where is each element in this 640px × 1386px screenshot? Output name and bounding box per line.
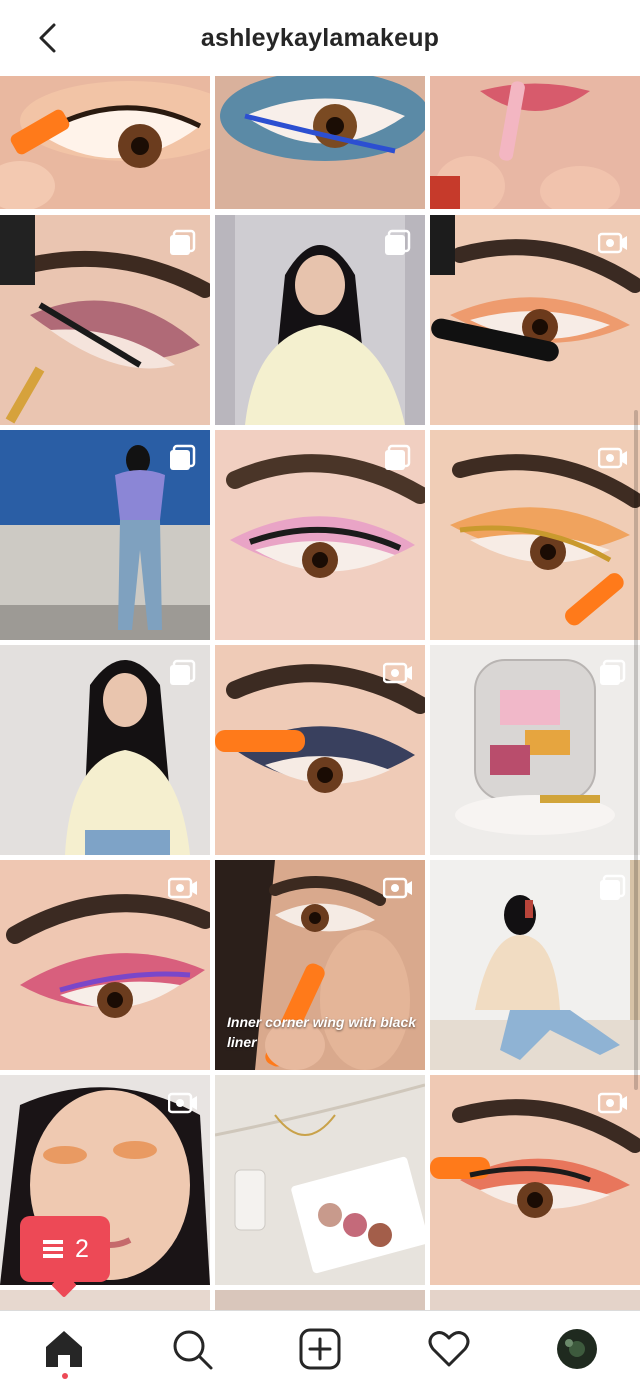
activity-notification-bubble[interactable]: 2 <box>20 1216 110 1298</box>
post-eye-gold-liner[interactable] <box>430 430 640 640</box>
post-grid: Inner corner wing with black liner <box>0 76 640 1310</box>
new-post-icon[interactable] <box>298 1327 342 1371</box>
scrollbar[interactable] <box>634 410 638 1090</box>
post-morphe-bag[interactable] <box>430 645 640 855</box>
video-icon <box>598 1092 627 1114</box>
post-portrait-white-sweater[interactable] <box>215 215 425 425</box>
post-partial-left[interactable] <box>0 1290 210 1310</box>
post-eye-mauve-wing[interactable] <box>0 215 210 425</box>
carousel-icon <box>170 659 196 685</box>
post-lip-gloss[interactable] <box>430 76 640 209</box>
post-eye-mascara[interactable] <box>430 215 640 425</box>
bubble-body: 2 <box>20 1216 110 1282</box>
video-icon <box>168 1092 197 1114</box>
post-eye-pink-lashes[interactable] <box>215 430 425 640</box>
video-icon <box>168 877 197 899</box>
post-outfit-blue-wall[interactable] <box>0 430 210 640</box>
post-partial-middle[interactable] <box>215 1290 425 1310</box>
post-caption-overlay: Inner corner wing with black liner <box>227 1014 417 1050</box>
video-icon <box>383 877 412 899</box>
post-eye-sunset-purple[interactable] <box>0 860 210 1070</box>
video-icon <box>598 447 627 469</box>
post-palette-flatlay[interactable] <box>215 1075 425 1285</box>
carousel-icon <box>600 659 626 685</box>
post-eye-blue-glitter[interactable] <box>215 645 425 855</box>
heart-icon[interactable] <box>427 1327 471 1371</box>
video-icon <box>383 662 412 684</box>
post-eye-orange-wing[interactable] <box>430 1075 640 1285</box>
carousel-icon <box>600 874 626 900</box>
bottom-navigation <box>0 1310 640 1386</box>
top-bar: ashleykaylamakeup <box>0 0 640 76</box>
video-icon <box>598 232 627 254</box>
home-icon[interactable] <box>42 1327 86 1371</box>
post-portrait-yellow-top[interactable] <box>0 645 210 855</box>
post-partial-right[interactable] <box>430 1290 640 1310</box>
home-active-dot <box>62 1373 68 1379</box>
activity-list-icon <box>43 1240 64 1258</box>
profile-username-title: ashleykaylamakeup <box>200 23 440 52</box>
notification-count: 2 <box>75 1234 89 1263</box>
carousel-icon <box>170 229 196 255</box>
post-eye-blue-liner[interactable] <box>215 76 425 209</box>
search-icon[interactable] <box>170 1327 214 1371</box>
post-portrait-mirror-selfie[interactable] <box>430 860 640 1070</box>
profile-avatar[interactable] <box>555 1327 599 1371</box>
carousel-icon <box>385 444 411 470</box>
post-eye-orange-pen[interactable] <box>0 76 210 209</box>
post-inner-corner-wing[interactable]: Inner corner wing with black liner <box>215 860 425 1070</box>
carousel-icon <box>170 444 196 470</box>
chevron-left-icon[interactable] <box>30 20 66 56</box>
carousel-icon <box>385 229 411 255</box>
